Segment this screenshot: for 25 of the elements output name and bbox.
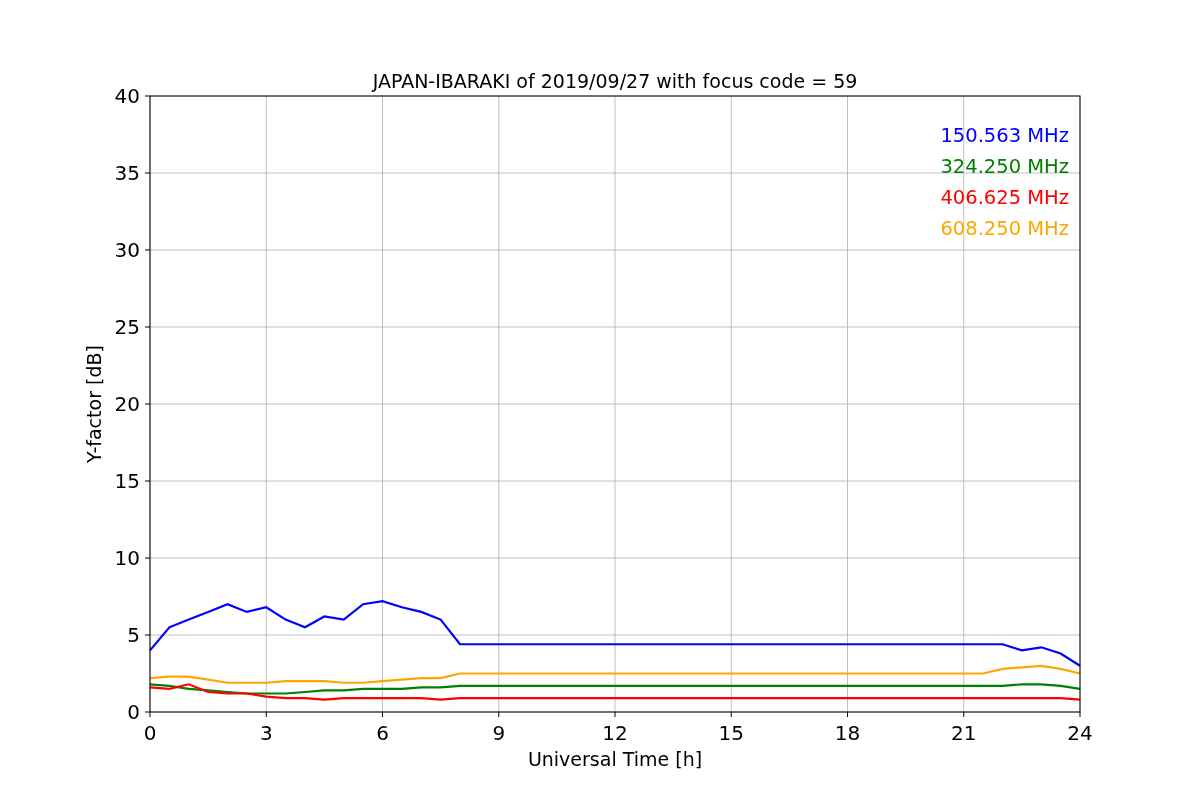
x-axis-label: Universal Time [h] — [527, 748, 703, 770]
y-tick-label: 40 — [114, 84, 140, 108]
x-tick-label: 9 — [492, 721, 506, 745]
legend-label: 406.625 MHz — [940, 186, 1069, 209]
x-tick-label: 18 — [834, 721, 861, 745]
x-tick-label: 24 — [1067, 721, 1093, 745]
x-tick-label: 3 — [259, 721, 273, 745]
y-tick-label: 20 — [114, 392, 140, 416]
y-axis-label: Y-factor [dB] — [83, 345, 105, 463]
legend-label: 324.250 MHz — [940, 155, 1069, 178]
y-tick-label: 0 — [127, 700, 140, 724]
y-tick-label: 35 — [114, 161, 140, 185]
x-tick-label: 21 — [951, 721, 977, 745]
x-tick-label: 6 — [376, 721, 389, 745]
chart-title: JAPAN-IBARAKI of 2019/09/27 with focus code = 59 — [372, 70, 858, 92]
legend-label: 608.250 MHz — [940, 217, 1069, 240]
y-tick-label: 25 — [114, 315, 140, 339]
y-tick-label: 5 — [127, 623, 140, 647]
y-tick-label: 30 — [114, 238, 140, 262]
legend-label: 150.563 MHz — [940, 124, 1069, 147]
y-tick-label: 15 — [114, 469, 140, 493]
x-tick-label: 15 — [718, 721, 744, 745]
x-tick-label: 12 — [602, 721, 628, 745]
x-tick-label: 0 — [143, 721, 157, 745]
y-tick-label: 10 — [114, 546, 140, 570]
